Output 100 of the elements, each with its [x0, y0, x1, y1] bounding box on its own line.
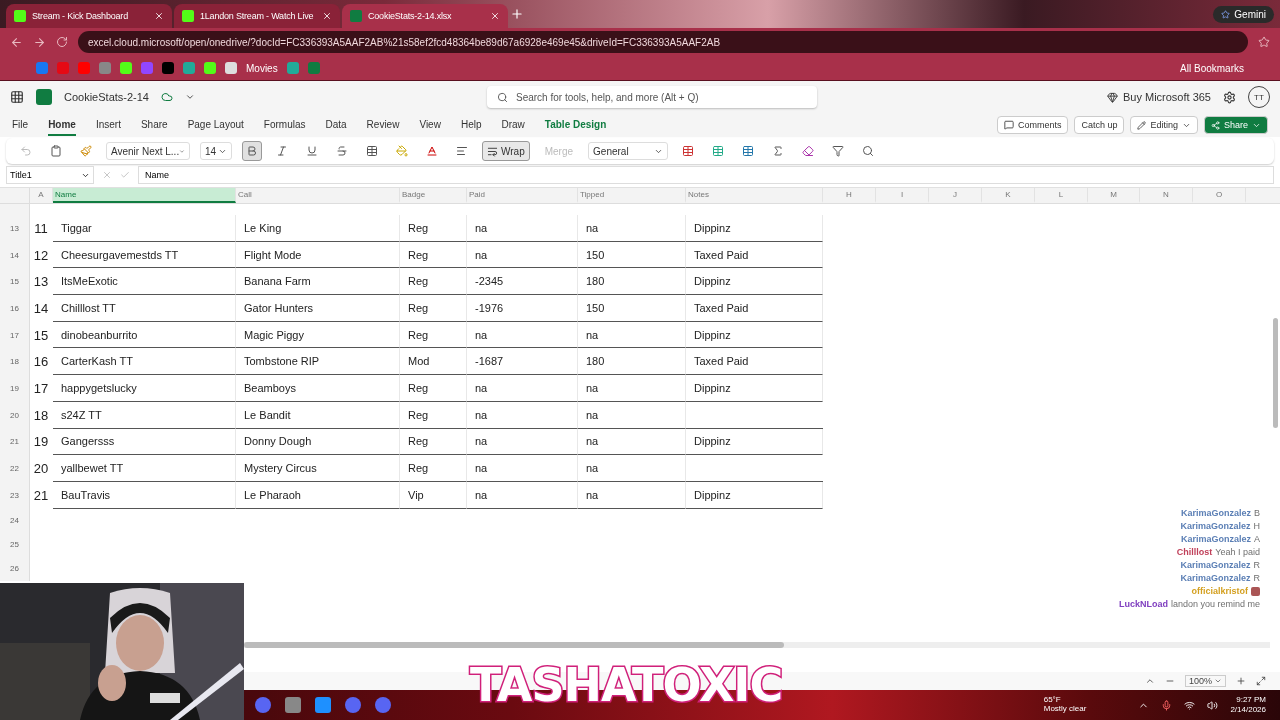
row-number[interactable]: 22	[0, 455, 30, 482]
row-number[interactable]: 24	[0, 508, 30, 533]
font-select[interactable]: Avenir Next L...	[106, 142, 190, 160]
column-header[interactable]: Badge	[400, 188, 467, 203]
row-number[interactable]: 17	[0, 321, 30, 349]
column-header[interactable]: I	[876, 188, 929, 203]
ribbon-tab[interactable]: Formulas	[263, 114, 306, 136]
row-number[interactable]: 26	[0, 556, 30, 581]
wrap-button[interactable]: Wrap	[482, 141, 530, 161]
new-tab-icon[interactable]	[510, 7, 524, 21]
browser-tab[interactable]: 1Landon Stream - Watch Live	[174, 4, 340, 28]
ribbon-tab[interactable]: Home	[48, 114, 76, 136]
row-number[interactable]: 25	[0, 532, 30, 557]
ribbon-tab[interactable]: Draw	[501, 114, 525, 136]
table-cell: na	[578, 321, 686, 349]
bookmark-icon[interactable]	[286, 62, 299, 74]
ribbon-tab[interactable]: Page Layout	[187, 114, 244, 136]
gemini-button[interactable]: Gemini	[1213, 5, 1274, 23]
row-number[interactable]: 18	[0, 348, 30, 376]
row-number[interactable]: 16	[0, 295, 30, 322]
ribbon-tab[interactable]: File	[12, 114, 29, 136]
row-number[interactable]: 14	[0, 241, 30, 269]
row-number[interactable]: 13	[0, 215, 30, 242]
column-header[interactable]: J	[929, 188, 982, 203]
bookmark-icon[interactable]	[99, 62, 111, 74]
bookmark-icon[interactable]	[204, 62, 216, 74]
column-header[interactable]: Call	[236, 188, 400, 203]
column-header[interactable]: H	[823, 188, 876, 203]
scrollbar-thumb[interactable]	[1273, 318, 1278, 428]
comments-button[interactable]: Comments	[996, 116, 1069, 134]
bookmark-icon[interactable]	[162, 62, 174, 74]
reload-icon[interactable]	[56, 36, 68, 48]
table-cell: na	[467, 481, 578, 509]
column-header[interactable]: M	[1088, 188, 1140, 203]
bookmark-icon[interactable]	[183, 62, 195, 74]
editing-button[interactable]: Editing	[1130, 116, 1198, 134]
cancel-icon[interactable]	[102, 170, 112, 180]
column-header[interactable]: Tipped	[578, 188, 686, 203]
browser-tab[interactable]: Stream - Kick Dashboard	[6, 4, 172, 28]
ribbon-tab[interactable]: Table Design	[544, 114, 607, 136]
bookmark-star-icon[interactable]	[1258, 36, 1270, 48]
tab-favicon-icon	[14, 10, 26, 22]
file-name[interactable]: CookieStats-2-14	[64, 91, 149, 103]
column-header[interactable]: N	[1140, 188, 1193, 203]
zoom-in-icon[interactable]	[1236, 676, 1246, 686]
buy-link[interactable]: Buy Microsoft 365	[1106, 91, 1211, 103]
scrollbar-thumb[interactable]	[244, 642, 784, 648]
column-header[interactable]: Name	[53, 188, 236, 203]
close-icon[interactable]	[490, 11, 500, 21]
fullscreen-icon[interactable]	[1256, 676, 1266, 686]
settings-icon[interactable]	[1223, 90, 1236, 104]
search-field[interactable]: Search for tools, help, and more (Alt + Q)	[487, 86, 817, 108]
volume-icon[interactable]	[1207, 699, 1219, 711]
all-bookmarks-link[interactable]: All Bookmarks	[1180, 62, 1244, 74]
browser-tab[interactable]: CookieStats-2-14.xlsx	[342, 4, 508, 28]
taskbar-app-icon[interactable]	[285, 697, 301, 713]
ribbon-tab[interactable]: Review	[366, 114, 400, 136]
catch-up-button[interactable]: Catch up	[1074, 116, 1125, 134]
formula-field[interactable]: Name	[138, 166, 1274, 184]
taskbar-app-icon[interactable]	[255, 697, 271, 713]
back-icon[interactable]	[10, 35, 23, 49]
row-number[interactable]: 19	[0, 375, 30, 402]
taskbar-app-icon[interactable]	[375, 697, 391, 713]
number-format-select[interactable]: General	[588, 142, 669, 160]
bookmark-icon[interactable]	[225, 62, 237, 74]
network-icon[interactable]	[1184, 699, 1196, 711]
ribbon-tab[interactable]: Share	[140, 114, 168, 136]
ribbon-tab[interactable]: Data	[325, 114, 347, 136]
row-number[interactable]: 15	[0, 268, 30, 296]
column-header[interactable]: Notes	[686, 188, 823, 203]
bookmark-link[interactable]: Movies	[246, 62, 278, 74]
ribbon-tab[interactable]: View	[419, 114, 441, 136]
table-cell: Le Bandit	[236, 401, 400, 429]
ribbon-tab[interactable]: Insert	[95, 114, 121, 136]
microphone-icon[interactable]	[1161, 699, 1173, 711]
taskbar-app-icon[interactable]	[315, 697, 331, 713]
bookmark-icon[interactable]	[120, 62, 132, 74]
forward-icon[interactable]	[33, 35, 46, 49]
table-cell: BauTravis	[53, 481, 236, 509]
taskbar-app-icon[interactable]	[345, 697, 361, 713]
column-header[interactable]: K	[982, 188, 1035, 203]
row-number[interactable]: 21	[0, 428, 30, 456]
bold-icon[interactable]	[242, 141, 262, 161]
table-cell: 180	[578, 348, 686, 376]
chevron-icon[interactable]	[1144, 676, 1155, 686]
ribbon-tab[interactable]: Help	[460, 114, 482, 136]
close-icon[interactable]	[322, 11, 332, 21]
column-header[interactable]: L	[1035, 188, 1088, 203]
font-size-select[interactable]: 14	[200, 142, 232, 160]
row-number[interactable]: 20	[0, 401, 30, 429]
chevron-icon[interactable]	[185, 92, 195, 102]
app-launcher-icon[interactable]	[10, 90, 24, 104]
share-button[interactable]: Share	[1203, 116, 1268, 134]
address-field[interactable]: excel.cloud.microsoft/open/onedrive/?docId=FC336393A5AAF2AB%21s58ef2fcd48364be89d67a6928e469e45&driveId=FC336393A5AAF2AB	[78, 31, 1248, 53]
zoom-select[interactable]: 100%	[1184, 675, 1226, 687]
name-box[interactable]: Title1	[6, 166, 94, 184]
column-header[interactable]: O	[1193, 188, 1246, 203]
column-header[interactable]: Paid	[467, 188, 578, 203]
row-number[interactable]: 23	[0, 481, 30, 509]
close-icon[interactable]	[154, 11, 164, 21]
